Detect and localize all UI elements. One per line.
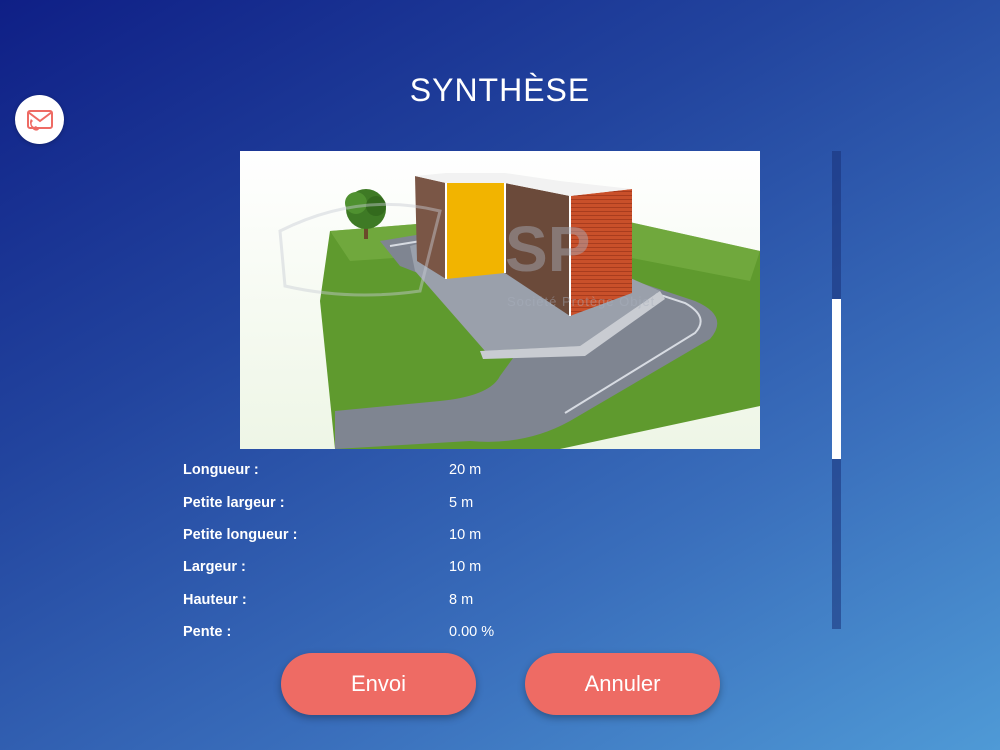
spec-row: Largeur : 10 m [183, 551, 743, 583]
spec-row: Petite longueur : 10 m [183, 519, 743, 551]
spec-label: Hauteur : [183, 591, 247, 608]
spec-label: Petite largeur : [183, 494, 285, 511]
spec-label: Largeur : [183, 559, 246, 576]
watermark-brand: SP [505, 213, 590, 285]
spec-value: 8 m [449, 591, 474, 608]
spec-row: Hauteur : 8 m [183, 584, 743, 616]
watermark-tagline: Société Protège Objet [507, 294, 655, 309]
cancel-button[interactable]: Annuler [525, 653, 720, 715]
scrollbar-thumb[interactable] [832, 299, 841, 460]
spec-label: Petite longueur : [183, 526, 298, 543]
specs-list: Longueur :20 m Petite largeur :5 m Petite … [183, 454, 743, 648]
send-button[interactable]: Envoi [281, 653, 476, 715]
spec-label: Pente : [183, 624, 232, 641]
spec-row: Petite largeur : 5 m [183, 486, 743, 518]
spec-row: Pente : 0.00 % [183, 616, 743, 648]
spec-value: 0.00 % [449, 624, 495, 641]
scrollbar[interactable] [832, 151, 841, 629]
spec-value: 20 m [449, 462, 482, 479]
spec-value: 5 m [449, 494, 474, 511]
building-preview-image: SP Société Protège Objet [240, 151, 760, 449]
spec-label: Longueur : [183, 462, 259, 479]
page-title: SYNTHÈSE [409, 72, 591, 108]
spec-value: 10 m [449, 526, 482, 543]
spec-row: Longueur : 20 m [183, 454, 743, 486]
spec-value: 10 m [449, 559, 482, 576]
